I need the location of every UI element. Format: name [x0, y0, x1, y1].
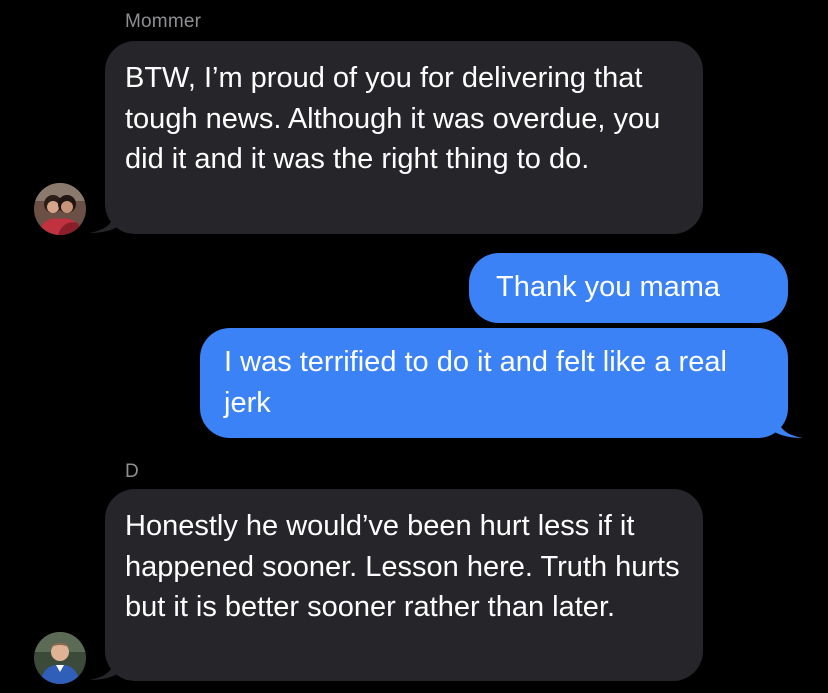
message-text: Thank you mama	[496, 271, 721, 303]
incoming-message-bubble[interactable]: BTW, I’m proud of you for delivering tha…	[105, 41, 703, 234]
photo-of-man-in-blue-shirt-avatar	[34, 632, 86, 684]
message-text: Honestly he would’ve been hurt less if i…	[125, 510, 680, 623]
avatar[interactable]	[34, 183, 86, 235]
outgoing-message-bubble[interactable]: I was terrified to do it and felt like a…	[200, 328, 788, 438]
avatar[interactable]	[34, 632, 86, 684]
photo-of-two-women-avatar	[34, 183, 86, 235]
incoming-bubble-tail	[89, 208, 119, 233]
incoming-bubble-tail	[89, 655, 119, 680]
outgoing-bubble-tail	[773, 413, 803, 438]
incoming-message-bubble[interactable]: Honestly he would’ve been hurt less if i…	[105, 489, 703, 681]
sender-name: Mommer	[125, 11, 202, 32]
sender-name: D	[125, 461, 139, 482]
message-text: I was terrified to do it and felt like a…	[224, 346, 727, 419]
message-text: BTW, I’m proud of you for delivering tha…	[125, 62, 661, 175]
outgoing-message-bubble[interactable]: Thank you mama	[469, 253, 788, 323]
